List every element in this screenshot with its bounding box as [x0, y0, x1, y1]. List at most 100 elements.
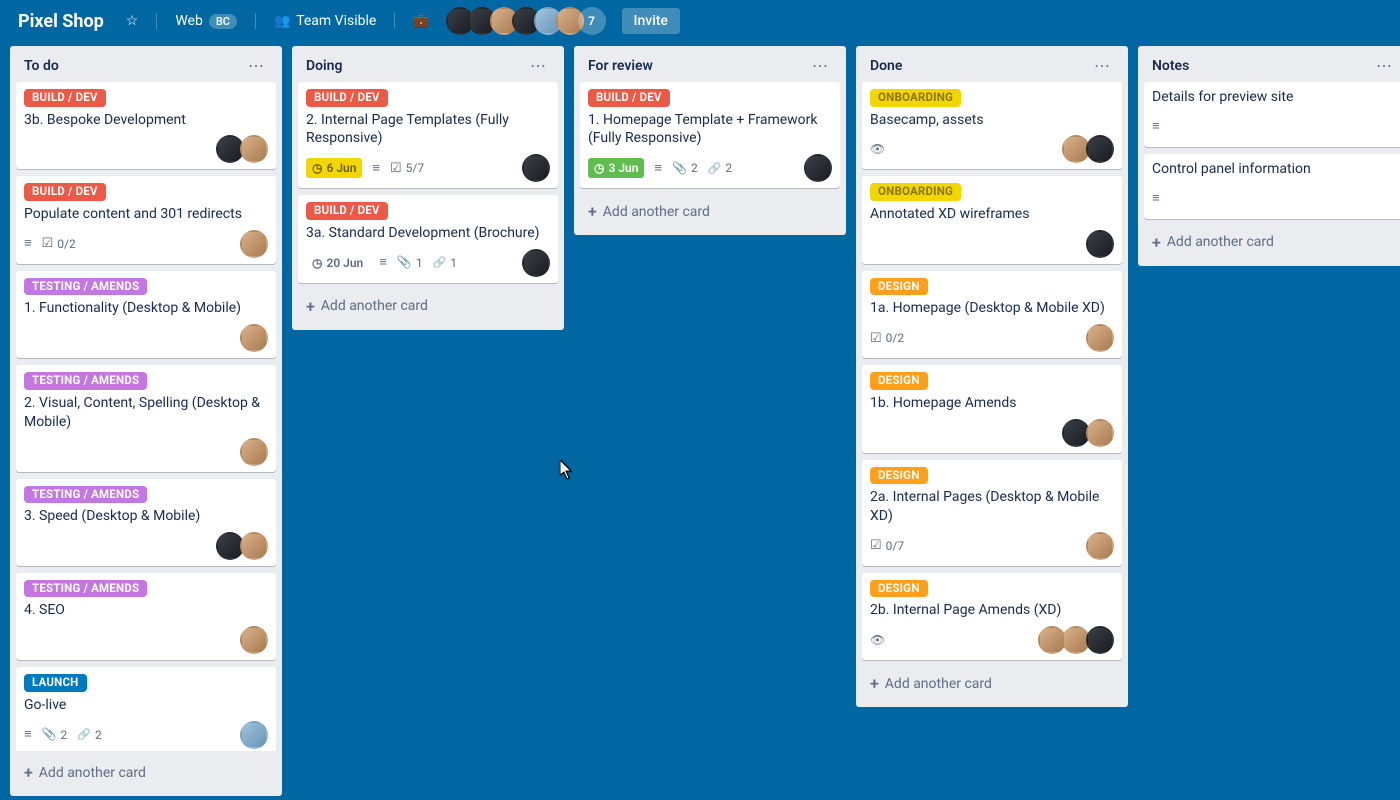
card-title: 2. Visual, Content, Spelling (Desktop & …	[24, 395, 260, 430]
avatar-overflow-count[interactable]: 7	[578, 7, 606, 35]
card-label[interactable]: TESTING / AMENDS	[24, 372, 147, 390]
board-title[interactable]: Pixel Shop	[12, 11, 110, 32]
card-label[interactable]: BUILD / DEV	[306, 89, 388, 107]
card[interactable]: BUILD / DEV2. Internal Page Templates (F…	[298, 82, 558, 188]
description-icon	[24, 728, 32, 741]
card[interactable]: DESIGN2b. Internal Page Amends (XD)	[862, 573, 1122, 660]
card-badges: 3 Jun22	[588, 158, 732, 178]
card[interactable]: Details for preview site	[1144, 82, 1400, 147]
star-board-button[interactable]	[118, 9, 147, 33]
card[interactable]: BUILD / DEVPopulate content and 301 redi…	[16, 176, 276, 263]
card-label[interactable]: BUILD / DEV	[24, 183, 106, 201]
attachment-icon	[397, 256, 412, 269]
card-label[interactable]: ONBOARDING	[870, 183, 961, 201]
divider	[255, 13, 256, 29]
attachment-icon	[672, 162, 687, 175]
card[interactable]: DESIGN1b. Homepage Amends	[862, 365, 1122, 452]
card[interactable]: TESTING / AMENDS3. Speed (Desktop & Mobi…	[16, 479, 276, 566]
list-title[interactable]: Done	[870, 58, 902, 74]
list-title[interactable]: To do	[24, 58, 59, 74]
card[interactable]: BUILD / DEV3a. Standard Development (Bro…	[298, 195, 558, 282]
briefcase-button[interactable]	[405, 9, 437, 33]
add-card-button[interactable]: Add another card	[1144, 225, 1400, 260]
list-title[interactable]: For review	[588, 58, 653, 74]
card[interactable]: Control panel information	[1144, 154, 1400, 219]
card-label[interactable]: TESTING / AMENDS	[24, 278, 147, 296]
avatar[interactable]	[1086, 230, 1114, 258]
board-canvas[interactable]: To do ⋯ BUILD / DEV3b. Bespoke Development…	[0, 42, 1400, 800]
card-label[interactable]: ONBOARDING	[870, 89, 961, 107]
card[interactable]: LAUNCHGo-live22	[16, 667, 276, 751]
card[interactable]: ONBOARDINGBasecamp, assets	[862, 82, 1122, 169]
list-title[interactable]: Doing	[306, 58, 342, 74]
avatar[interactable]	[240, 324, 268, 352]
avatar[interactable]	[240, 532, 268, 560]
avatar[interactable]	[522, 249, 550, 277]
avatar[interactable]	[522, 154, 550, 182]
avatar[interactable]	[1086, 324, 1114, 352]
checklist-badge: 5/7	[390, 160, 424, 176]
card-footer: 0/2	[24, 230, 268, 258]
avatar[interactable]	[1086, 419, 1114, 447]
avatar[interactable]	[240, 135, 268, 163]
avatar[interactable]	[240, 438, 268, 466]
checklist-icon	[390, 162, 402, 175]
card-label[interactable]: TESTING / AMENDS	[24, 580, 147, 598]
card-label[interactable]: BUILD / DEV	[306, 202, 388, 220]
avatar[interactable]	[1086, 626, 1114, 654]
card[interactable]: TESTING / AMENDS4. SEO	[16, 573, 276, 660]
link-icon	[77, 728, 91, 741]
card[interactable]: ONBOARDING Annotated XD wireframes	[862, 176, 1122, 263]
plus-icon	[24, 763, 33, 782]
card-label[interactable]: DESIGN	[870, 580, 928, 598]
badge-text: 1	[450, 255, 457, 271]
card-members	[526, 249, 550, 277]
card[interactable]: DESIGN2a. Internal Pages (Desktop & Mobi…	[862, 460, 1122, 566]
add-card-button[interactable]: Add another card	[580, 194, 840, 229]
badge-text: 2	[691, 160, 698, 176]
card-label[interactable]: DESIGN	[870, 467, 928, 485]
card[interactable]: TESTING / AMENDS 2. Visual, Content, Spel…	[16, 365, 276, 471]
list-menu-button[interactable]: ⋯	[808, 56, 832, 76]
card[interactable]: DESIGN1a. Homepage (Desktop & Mobile XD)…	[862, 271, 1122, 358]
add-card-button[interactable]: Add another card	[16, 755, 276, 790]
card[interactable]: TESTING / AMENDS1. Functionality (Deskto…	[16, 271, 276, 358]
list-title[interactable]: Notes	[1152, 58, 1189, 74]
avatar[interactable]	[240, 626, 268, 654]
avatar[interactable]	[240, 721, 268, 749]
workspace-button[interactable]: Web BC	[167, 9, 245, 33]
link-badge: 2	[77, 727, 101, 743]
card-label[interactable]: BUILD / DEV	[24, 89, 106, 107]
avatar[interactable]	[1086, 135, 1114, 163]
add-card-button[interactable]: Add another card	[862, 666, 1122, 701]
list-menu-button[interactable]: ⋯	[1372, 56, 1396, 76]
due-date-badge[interactable]: 3 Jun	[588, 158, 644, 178]
visibility-button[interactable]: Team Visible	[266, 9, 384, 33]
invite-button[interactable]: Invite	[622, 8, 680, 34]
card-label[interactable]: TESTING / AMENDS	[24, 486, 147, 504]
due-date-badge[interactable]: 6 Jun	[306, 158, 362, 178]
avatar[interactable]	[240, 230, 268, 258]
card[interactable]: BUILD / DEV1. Homepage Template + Framew…	[580, 82, 840, 188]
list-menu-button[interactable]: ⋯	[1090, 56, 1114, 76]
clock-icon	[312, 160, 322, 176]
due-date-badge[interactable]: 20 Jun	[306, 253, 369, 273]
card-label[interactable]: BUILD / DEV	[588, 89, 670, 107]
plus-icon	[1152, 233, 1161, 252]
board-members-stack[interactable]: 7	[446, 7, 606, 35]
card-title: Annotated XD wireframes	[870, 206, 1029, 222]
description-icon	[1152, 192, 1160, 205]
avatar[interactable]	[804, 154, 832, 182]
avatar[interactable]	[1086, 532, 1114, 560]
clock-icon	[312, 255, 322, 271]
card-label[interactable]: LAUNCH	[24, 674, 87, 692]
card-label[interactable]: DESIGN	[870, 278, 928, 296]
list: To do ⋯ BUILD / DEV3b. Bespoke Development…	[10, 46, 282, 796]
card[interactable]: BUILD / DEV3b. Bespoke Development	[16, 82, 276, 169]
card-label[interactable]: DESIGN	[870, 372, 928, 390]
add-card-button[interactable]: Add another card	[298, 289, 558, 324]
card-footer	[24, 438, 268, 466]
list-menu-button[interactable]: ⋯	[526, 56, 550, 76]
cards-container: Details for preview site Control panel in…	[1144, 82, 1400, 221]
list-menu-button[interactable]: ⋯	[244, 56, 268, 76]
